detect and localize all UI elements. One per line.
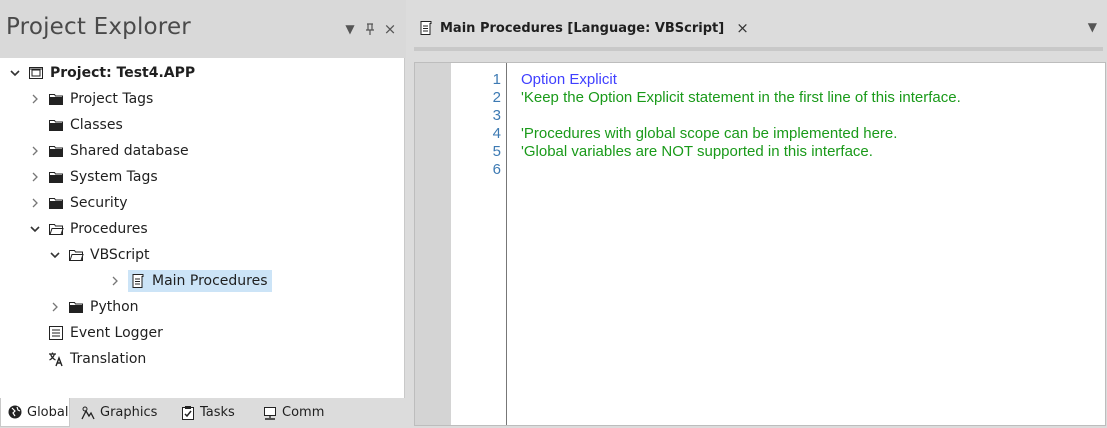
- chevron-right-icon[interactable]: [28, 170, 42, 184]
- tasks-icon: [180, 405, 196, 421]
- tab-tasks[interactable]: Tasks: [174, 398, 254, 427]
- folder-icon: [48, 117, 64, 133]
- script-icon: [418, 20, 434, 36]
- tab-comm[interactable]: Comm: [256, 398, 346, 427]
- tree-item-translation[interactable]: Translation: [48, 346, 146, 372]
- project-explorer-title: Project Explorer: [6, 14, 191, 40]
- folder-icon: [48, 91, 64, 107]
- tree-item-label: VBScript: [90, 247, 150, 263]
- tree-item-label: Shared database: [70, 143, 189, 159]
- logger-icon: [48, 325, 64, 341]
- chevron-right-icon[interactable]: [48, 300, 62, 314]
- tree-item-shared-database[interactable]: Shared database: [28, 138, 189, 164]
- tree-item-procedures[interactable]: Procedures: [28, 216, 148, 242]
- line-number: 2: [492, 89, 501, 106]
- globe-icon: [7, 404, 23, 420]
- chevron-right-icon[interactable]: [28, 92, 42, 106]
- tree-item-label: Security: [70, 195, 128, 211]
- tree-item-system-tags[interactable]: System Tags: [28, 164, 158, 190]
- tab-graphics[interactable]: Graphics: [74, 398, 170, 427]
- tab-label: Graphics: [100, 405, 158, 420]
- tree-item-label: Python: [90, 299, 139, 315]
- explorer-bottom-tabs: Global Graphics Tasks Comm: [0, 398, 406, 428]
- chevron-right-icon[interactable]: [28, 144, 42, 158]
- tree-item-label: Project: Test4.APP: [50, 65, 196, 81]
- tab-divider: [414, 47, 1103, 51]
- folder-open-icon: [68, 247, 84, 263]
- folder-open-icon: [48, 221, 64, 237]
- code-editor[interactable]: 1 2 3 4 5 6 Option Explicit 'Keep the Op…: [414, 62, 1106, 426]
- translation-icon: [48, 351, 64, 367]
- chevron-expanded-icon[interactable]: [48, 248, 62, 262]
- folder-icon: [68, 299, 84, 315]
- tree-item-label: Event Logger: [70, 325, 163, 341]
- folder-icon: [48, 169, 64, 185]
- tree-item-project-tags[interactable]: Project Tags: [28, 86, 153, 112]
- tab-label: Comm: [282, 405, 325, 420]
- project-tree: Project: Test4.APP Project Tags Classes: [0, 58, 405, 398]
- line-number: 5: [492, 143, 501, 160]
- chevron-down-icon[interactable]: ▼: [342, 21, 358, 37]
- tree-item-project[interactable]: Project: Test4.APP: [8, 60, 195, 86]
- selected-highlight[interactable]: Main Procedures: [128, 270, 272, 292]
- line-number: 4: [492, 125, 501, 142]
- pin-icon[interactable]: [362, 21, 378, 37]
- code-line[interactable]: 'Keep the Option Explicit statement in t…: [521, 89, 961, 106]
- tree-item-label: Procedures: [70, 221, 148, 237]
- tree-item-vbscript[interactable]: VBScript: [48, 242, 150, 268]
- script-icon: [130, 273, 146, 289]
- tree-item-label: Classes: [70, 117, 123, 133]
- code-line[interactable]: 'Procedures with global scope can be imp…: [521, 125, 897, 142]
- tree-item-event-logger[interactable]: Event Logger: [48, 320, 163, 346]
- project-explorer-header: Project Explorer ▼ ×: [0, 0, 406, 58]
- tree-item-security[interactable]: Security: [28, 190, 128, 216]
- line-number: 6: [492, 161, 501, 178]
- tab-main-procedures[interactable]: Main Procedures [Language: VBScript] ×: [418, 14, 749, 42]
- folder-icon: [48, 143, 64, 159]
- close-icon[interactable]: ×: [736, 19, 749, 37]
- code-line[interactable]: Option Explicit: [521, 71, 617, 88]
- chevron-right-icon[interactable]: [28, 196, 42, 210]
- tree-item-python[interactable]: Python: [48, 294, 139, 320]
- chevron-right-icon[interactable]: [108, 274, 122, 288]
- tab-label: Tasks: [200, 405, 235, 420]
- tab-label: Global: [27, 404, 69, 420]
- tab-global[interactable]: Global: [0, 398, 70, 427]
- graphics-icon: [80, 405, 96, 421]
- project-icon: [28, 65, 44, 81]
- tree-item-main-procedures[interactable]: Main Procedures: [108, 268, 272, 294]
- editor-panel: Main Procedures [Language: VBScript] × ▼…: [410, 0, 1107, 428]
- comm-icon: [262, 405, 278, 421]
- tree-item-label: Translation: [70, 351, 147, 367]
- tree-item-classes[interactable]: Classes: [48, 112, 123, 138]
- editor-margin: [415, 63, 451, 425]
- doc-tab-title: Main Procedures [Language: VBScript]: [440, 20, 725, 36]
- close-icon[interactable]: ×: [382, 20, 398, 38]
- folder-icon: [48, 195, 64, 211]
- chevron-expanded-icon[interactable]: [8, 66, 22, 80]
- tree-item-label: Main Procedures: [152, 273, 268, 289]
- line-number: 1: [492, 71, 501, 88]
- line-number: 3: [492, 107, 501, 124]
- chevron-down-icon[interactable]: ▼: [1088, 20, 1097, 34]
- tree-item-label: System Tags: [70, 169, 158, 185]
- tree-item-label: Project Tags: [70, 91, 154, 107]
- chevron-expanded-icon[interactable]: [28, 222, 42, 236]
- project-explorer-panel: Project Explorer ▼ × Project: Test4.APP: [0, 0, 406, 428]
- code-line[interactable]: 'Global variables are NOT supported in t…: [521, 143, 873, 160]
- gutter-divider: [506, 63, 507, 425]
